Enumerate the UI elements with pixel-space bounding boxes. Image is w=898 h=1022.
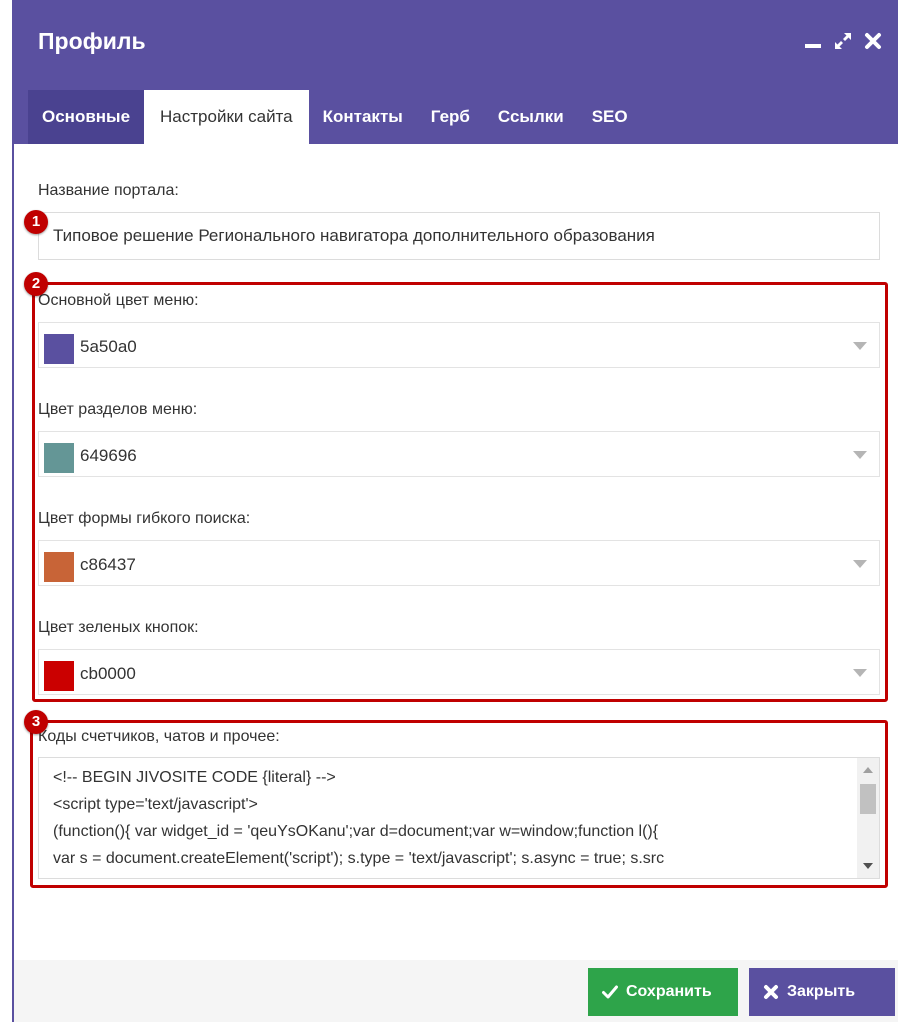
annotation-box-colors (32, 282, 888, 702)
annotation-marker-1: 1 (24, 210, 48, 234)
portal-name-label: Название портала: (38, 182, 179, 199)
checkmark-icon (602, 985, 618, 999)
annotation-box-counters (30, 720, 888, 888)
maximize-icon[interactable] (832, 30, 854, 52)
tab-basic[interactable]: Основные (28, 90, 145, 144)
minimize-icon[interactable] (802, 30, 824, 52)
dialog-header: Профиль Основные Настройки сайта Контакт… (14, 0, 898, 144)
window-controls (802, 30, 884, 52)
tab-links[interactable]: Ссылки (484, 90, 578, 144)
tab-coat-of-arms[interactable]: Герб (417, 90, 484, 144)
save-button[interactable]: Сохранить (588, 968, 738, 1016)
close-button-label: Закрыть (787, 983, 856, 1000)
dialog-title: Профиль (38, 28, 146, 54)
save-button-label: Сохранить (626, 983, 712, 1000)
profile-dialog: Профиль Основные Настройки сайта Контакт… (12, 0, 898, 1022)
tab-contacts[interactable]: Контакты (309, 90, 417, 144)
close-icon (764, 985, 778, 999)
tab-seo[interactable]: SEO (578, 90, 642, 144)
close-icon[interactable] (862, 30, 884, 52)
tab-site-settings[interactable]: Настройки сайта (144, 90, 309, 144)
annotation-marker-2: 2 (24, 272, 48, 296)
annotation-marker-3: 3 (24, 710, 48, 734)
close-button[interactable]: Закрыть (749, 968, 895, 1016)
portal-name-input[interactable] (38, 212, 880, 260)
tab-bar: Основные Настройки сайта Контакты Герб С… (28, 90, 642, 144)
dialog-footer: Сохранить Закрыть (14, 960, 898, 1022)
